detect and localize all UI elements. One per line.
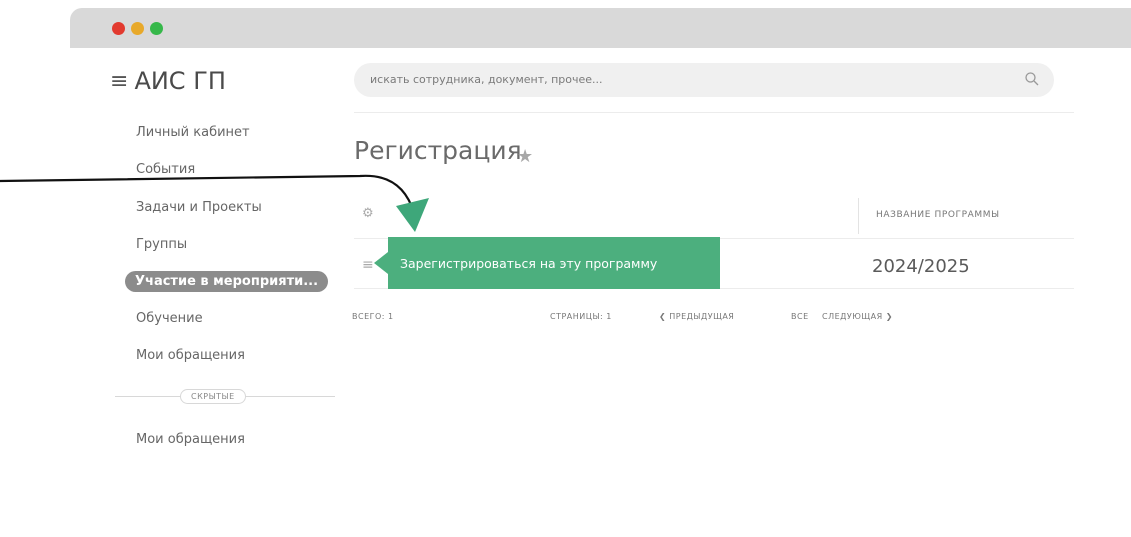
- pagination-prev-link[interactable]: ❮ ПРЕДЫДУЩАЯ: [659, 312, 734, 321]
- sidebar-item-hidden-my-requests[interactable]: Мои обращения: [136, 432, 245, 447]
- table-cell-program[interactable]: 2024/2025: [872, 256, 970, 277]
- page-title: Регистрация: [354, 136, 522, 165]
- row-menu-icon[interactable]: ≡: [362, 257, 374, 273]
- table-settings-gear-icon[interactable]: ⚙: [362, 206, 374, 221]
- sidebar-item-tasks-projects[interactable]: Задачи и Проекты: [136, 200, 262, 215]
- sidebar-item-training[interactable]: Обучение: [136, 311, 203, 326]
- app-title: АИС ГП: [134, 67, 226, 95]
- search-input[interactable]: искать сотрудника, документ, прочее...: [354, 63, 1054, 97]
- tooltip-pointer: [374, 252, 388, 274]
- header-divider: [354, 112, 1074, 113]
- search-icon[interactable]: [1024, 71, 1040, 87]
- maximize-window-button[interactable]: [150, 22, 163, 35]
- sidebar-item-event-participation[interactable]: Участие в мероприяти...: [125, 271, 329, 292]
- column-separator: [858, 198, 859, 234]
- hidden-section-toggle[interactable]: СКРЫТЫЕ: [180, 389, 246, 404]
- pagination-all-link[interactable]: ВСЕ: [791, 312, 809, 321]
- app-logo[interactable]: ≡ АИС ГП: [110, 67, 226, 95]
- tooltip-text: Зарегистрироваться на эту программу: [400, 255, 658, 271]
- pages-count: СТРАНИЦЫ: 1: [550, 312, 612, 321]
- sidebar-item-my-requests[interactable]: Мои обращения: [136, 348, 245, 363]
- minimize-window-button[interactable]: [131, 22, 144, 35]
- search-placeholder: искать сотрудника, документ, прочее...: [370, 73, 603, 86]
- title-bar: [70, 8, 1131, 48]
- pagination-next-link[interactable]: СЛЕДУЮЩАЯ ❯: [822, 312, 893, 321]
- close-window-button[interactable]: [112, 22, 125, 35]
- sidebar-item-personal-cabinet[interactable]: Личный кабинет: [136, 125, 250, 140]
- register-tooltip[interactable]: Зарегистрироваться на эту программу: [388, 237, 720, 289]
- sidebar-item-events[interactable]: События: [136, 162, 195, 177]
- favorite-star-icon[interactable]: ★: [517, 146, 533, 167]
- column-header-program-name[interactable]: НАЗВАНИЕ ПРОГРАММЫ: [876, 210, 1000, 220]
- total-count: ВСЕГО: 1: [352, 312, 394, 321]
- hamburger-menu-icon[interactable]: ≡: [110, 69, 128, 94]
- sidebar-item-groups[interactable]: Группы: [136, 237, 187, 252]
